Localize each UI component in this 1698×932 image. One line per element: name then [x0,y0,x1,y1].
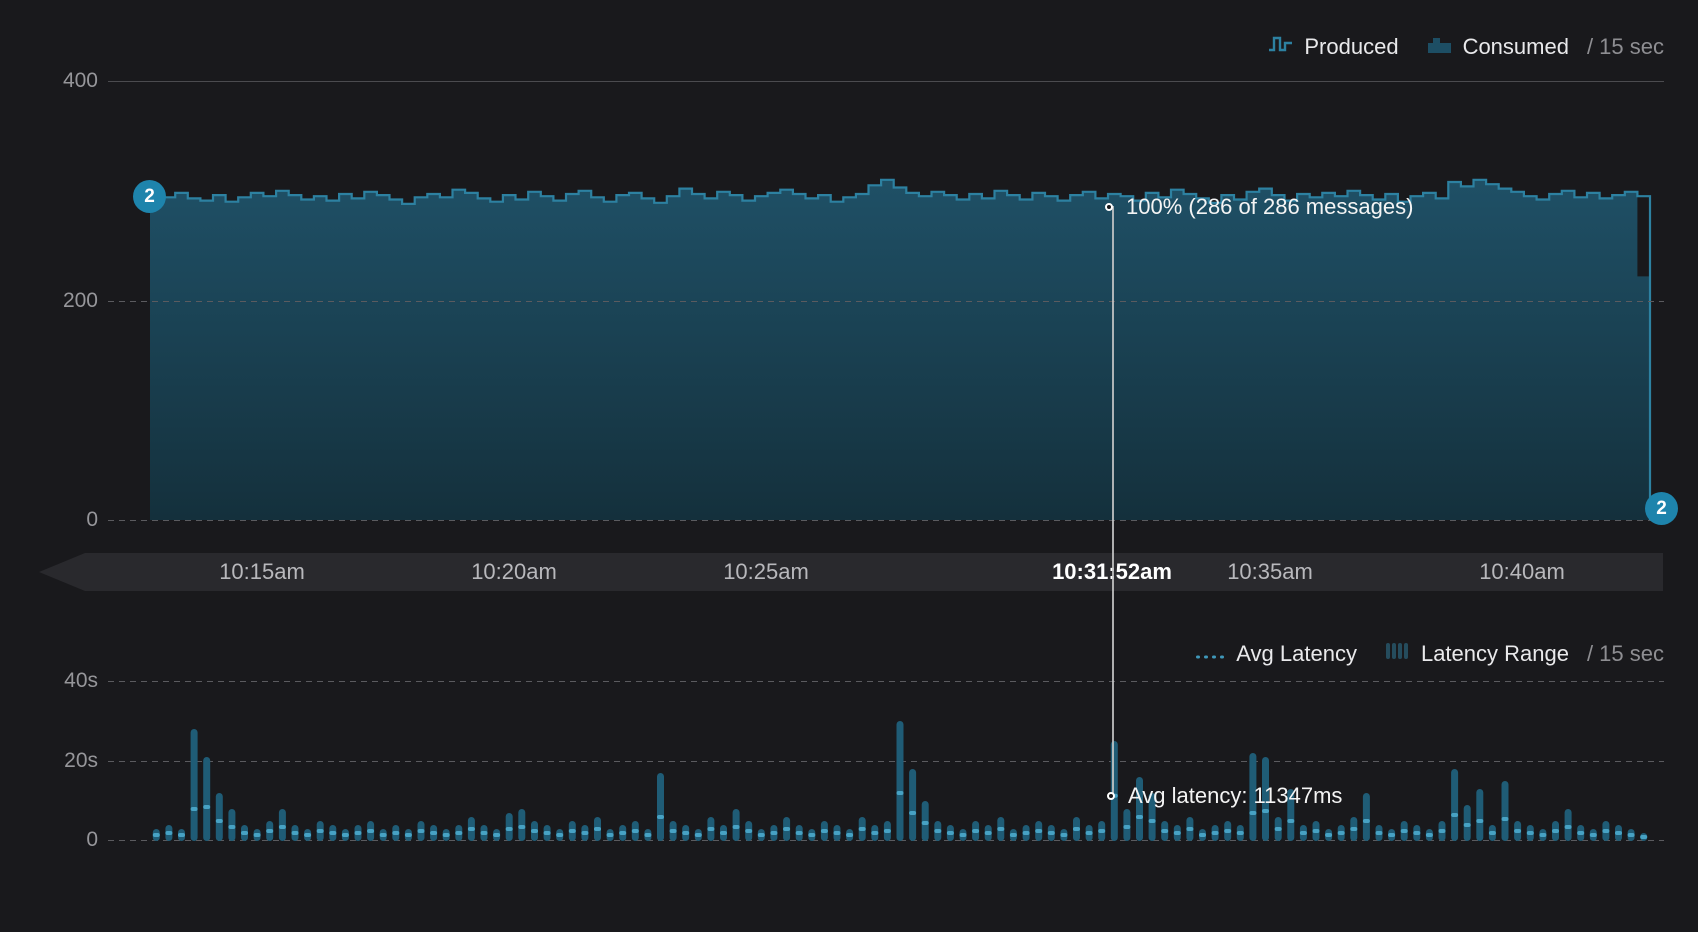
legend-item-avg-latency[interactable]: Avg Latency [1196,641,1357,667]
throughput-dashboard: 400 200 0 40s 20s 0 Produced Consumed / … [0,0,1698,932]
y-tick-200: 200 [28,290,98,312]
legend-produced-consumed: Produced Consumed / 15 sec [1268,34,1664,60]
y-tick-400: 400 [28,70,98,92]
latency-range-bars-icon [1385,641,1411,667]
legend-label-produced: Produced [1304,34,1398,60]
legend-item-latency-range[interactable]: Latency Range [1385,641,1569,667]
legend-label-avg-latency: Avg Latency [1236,641,1357,667]
tooltip-point-icon [1107,792,1115,800]
consumed-area-icon [1427,34,1453,60]
produced-consumed-tooltip: 100% (286 of 286 messages) [1105,194,1413,220]
avg-latency-dots-icon [1196,641,1226,667]
latency-range-bars [153,721,1647,841]
cursor-line [1112,206,1114,795]
tooltip-top-text: 100% (286 of 286 messages) [1126,194,1413,220]
rate-interval-label: / 15 sec [1587,641,1664,667]
tooltip-bottom-text: Avg latency: 11347ms [1128,783,1342,809]
consumer-count-badge-right[interactable]: 2 [1645,492,1678,525]
legend-latency: Avg Latency Latency Range / 15 sec [1196,641,1664,667]
legend-label-consumed: Consumed [1463,34,1569,60]
time-axis-strip[interactable] [39,553,1663,591]
rate-interval-label: / 15 sec [1587,34,1664,60]
y-tick-0: 0 [28,509,98,531]
legend-item-produced[interactable]: Produced [1268,34,1398,60]
y-tick-0s: 0 [28,829,98,851]
legend-item-consumed[interactable]: Consumed [1427,34,1569,60]
legend-label-latency-range: Latency Range [1421,641,1569,667]
y-tick-40s: 40s [28,670,98,692]
y-tick-20s: 20s [28,750,98,772]
produced-step-line-icon [1268,34,1294,60]
latency-tooltip: Avg latency: 11347ms [1107,783,1342,809]
consumer-count-badge-left[interactable]: 2 [133,180,166,213]
tooltip-point-icon [1105,203,1113,211]
latency-chart[interactable] [0,0,1698,932]
